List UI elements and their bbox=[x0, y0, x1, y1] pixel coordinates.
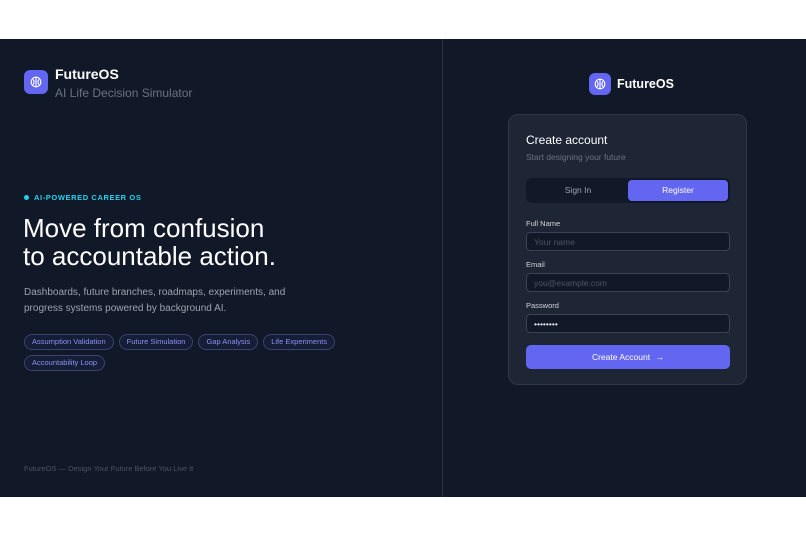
footer-text: FutureOS — Design Your Future Before You… bbox=[24, 464, 194, 473]
brain-icon bbox=[24, 70, 48, 94]
hero-headline: Move from confusion to accountable actio… bbox=[23, 214, 423, 270]
tab-register[interactable]: Register bbox=[628, 180, 728, 201]
full-name-label: Full Name bbox=[526, 219, 561, 228]
eyebrow-text: AI-POWERED CAREER OS bbox=[34, 193, 142, 202]
eyebrow: AI-POWERED CAREER OS bbox=[24, 193, 141, 202]
password-label: Password bbox=[526, 301, 559, 310]
chip-accountability-loop: Accountability Loop bbox=[24, 355, 106, 371]
chip-life-experiments: Life Experiments bbox=[263, 334, 336, 350]
chip-assumption-validation: Assumption Validation bbox=[24, 334, 114, 350]
email-label: Email bbox=[526, 260, 545, 269]
create-account-button[interactable]: Create Account → bbox=[526, 345, 730, 369]
password-input[interactable] bbox=[526, 314, 730, 333]
chip-gap-analysis: Gap Analysis bbox=[198, 334, 259, 350]
feature-chips: Assumption Validation Future Simulation … bbox=[24, 334, 344, 371]
chip-future-simulation: Future Simulation bbox=[118, 334, 194, 350]
brand-tagline: AI Life Decision Simulator bbox=[55, 86, 193, 100]
full-name-input[interactable] bbox=[526, 232, 730, 251]
create-account-label: Create Account bbox=[591, 352, 651, 362]
hero-description: Dashboards, future branches, roadmaps, e… bbox=[24, 287, 286, 314]
email-input[interactable] bbox=[526, 273, 730, 292]
arrow-right-icon: → bbox=[655, 352, 665, 362]
auth-brand-name: FutureOS bbox=[617, 77, 674, 91]
brand-header: FutureOS AI Life Decision Simulator bbox=[24, 66, 192, 101]
headline-line-2: to accountable action. bbox=[23, 241, 276, 271]
tab-sign-in[interactable]: Sign In bbox=[528, 180, 628, 201]
brand-name: FutureOS bbox=[55, 66, 119, 82]
register-card: Create account Start designing your futu… bbox=[508, 114, 747, 385]
auth-brand: FutureOS bbox=[589, 73, 674, 95]
eyebrow-dot-icon bbox=[24, 195, 29, 200]
headline-line-1: Move from confusion bbox=[23, 213, 265, 243]
auth-tabs: Sign In Register bbox=[526, 178, 730, 203]
brain-icon bbox=[589, 73, 611, 95]
hero-panel: FutureOS AI Life Decision Simulator AI-P… bbox=[0, 39, 443, 497]
card-title: Create account bbox=[526, 133, 608, 147]
card-subtitle: Start designing your future bbox=[526, 152, 626, 162]
